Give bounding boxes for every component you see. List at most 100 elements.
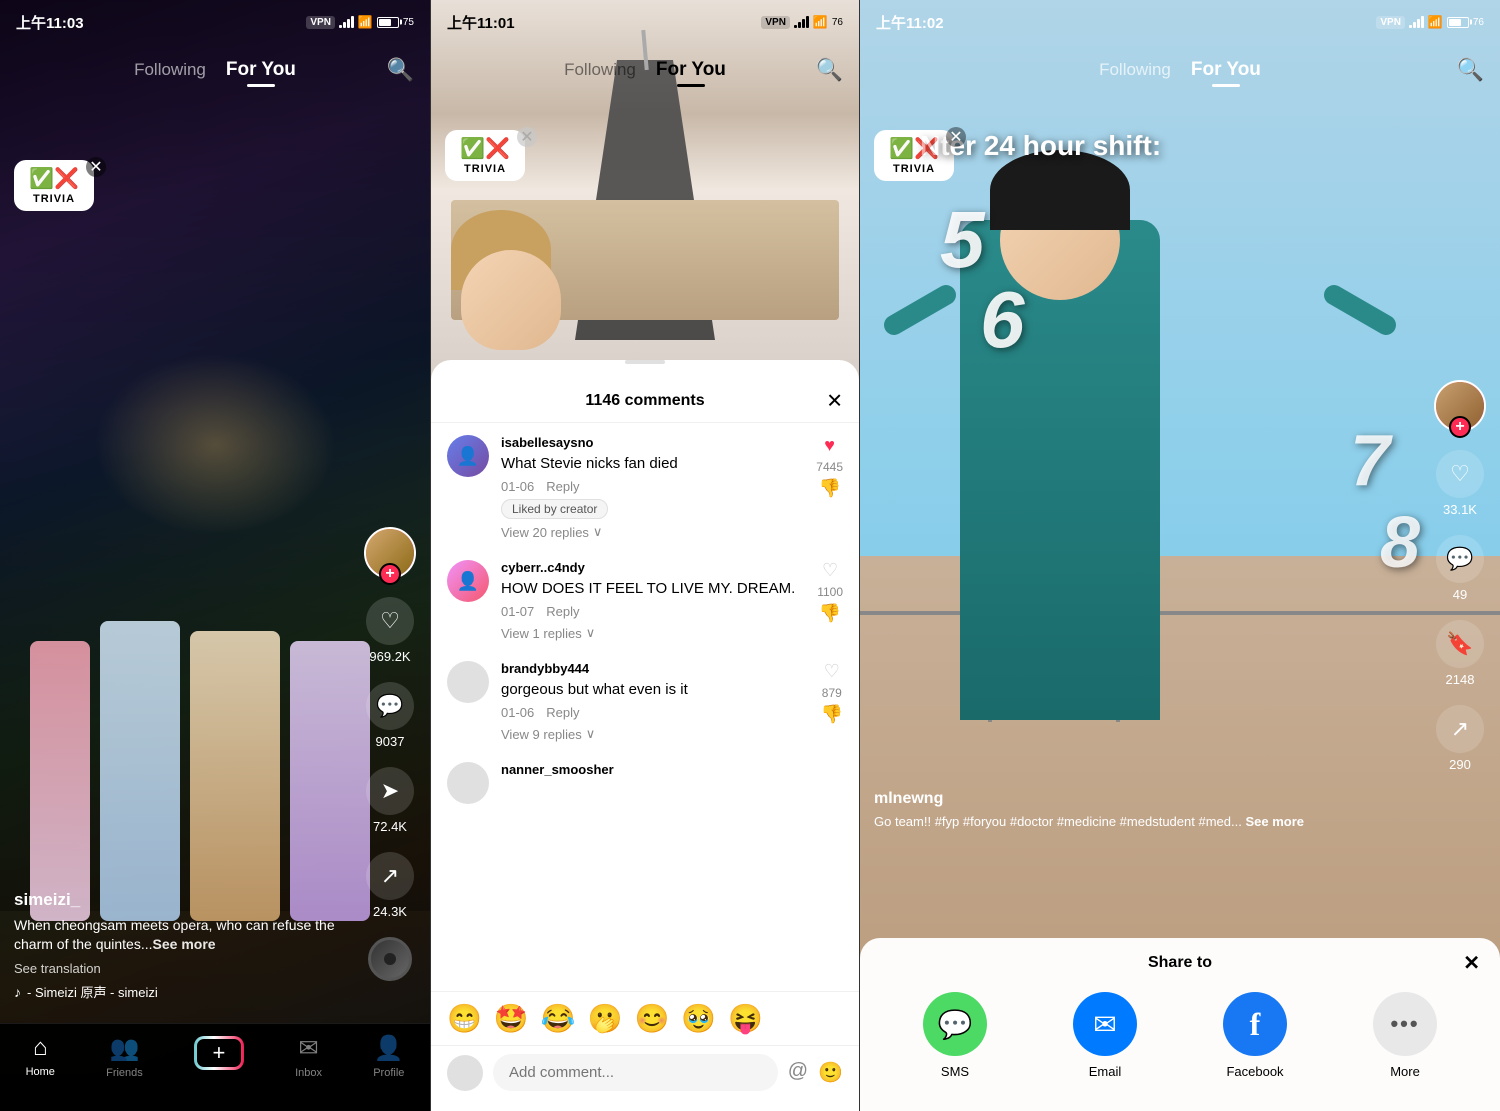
screen1-share-button[interactable]: ↗ 24.3K: [366, 852, 414, 919]
inbox-icon: ✉: [299, 1034, 319, 1063]
screen3-bookmark-icon[interactable]: 🔖: [1436, 620, 1484, 668]
nav-friends[interactable]: 👥 Friends: [106, 1034, 143, 1079]
screen3-share-button[interactable]: ↗ 290: [1436, 705, 1484, 772]
screen3-like-button[interactable]: ♡ 33.1K: [1436, 450, 1484, 517]
share-icon[interactable]: ↗: [366, 852, 414, 900]
screen1-trivia-close[interactable]: ✕: [86, 157, 106, 177]
comment-item-1: 👤 isabellesaysno What Stevie nicks fan d…: [447, 435, 843, 540]
comment-input[interactable]: [493, 1054, 778, 1091]
comment-like-icon-2[interactable]: ♡: [822, 560, 838, 581]
screen3-signal-icon: [1409, 16, 1424, 28]
emoji-wow[interactable]: 🫢: [588, 1002, 623, 1035]
heart-icon[interactable]: ♡: [366, 597, 414, 645]
screen2-nav-foryou[interactable]: For You: [656, 59, 726, 81]
screen2-signal-icon: [794, 16, 809, 28]
screen1-like-button[interactable]: ♡ 969.2K: [366, 597, 414, 664]
emoji-bar[interactable]: 😁 🤩 😂 🫢 😊 🥹 😝: [431, 991, 859, 1045]
comment-username-3[interactable]: brandybby444: [501, 661, 809, 676]
view-replies-2[interactable]: View 1 replies ∨: [501, 625, 805, 641]
see-more-button[interactable]: See more: [153, 936, 216, 952]
comment-reply-1[interactable]: Reply: [546, 479, 579, 494]
comment-like-icon-3[interactable]: ♡: [824, 661, 840, 682]
screen1-search-icon[interactable]: 🔍: [387, 57, 414, 83]
share-more[interactable]: ••• More: [1373, 992, 1437, 1079]
comment-username-2[interactable]: cyberr..c4ndy: [501, 560, 805, 575]
comment-dislike-icon-1[interactable]: 👎: [818, 478, 840, 499]
emoji-tongue[interactable]: 😝: [728, 1002, 763, 1035]
screen3-username[interactable]: mlnewng: [874, 790, 1400, 808]
screen1-avatar-container[interactable]: +: [364, 527, 416, 579]
screen2-trivia-badge[interactable]: ✅❌ TRIVIA: [445, 130, 525, 181]
comment-item-3: brandybby444 gorgeous but what even is i…: [447, 661, 843, 742]
nav-profile[interactable]: 👤 Profile: [373, 1034, 404, 1079]
view-replies-1[interactable]: View 20 replies ∨: [501, 524, 804, 540]
screen1-bookmark-button[interactable]: ➤ 72.4K: [366, 767, 414, 834]
comment-avatar-4: [447, 762, 489, 804]
comments-list[interactable]: 👤 isabellesaysno What Stevie nicks fan d…: [431, 423, 859, 991]
screen1-username[interactable]: simeizi_: [14, 890, 360, 910]
screen3-right-actions: + ♡ 33.1K 💬 49 🔖 2148 ↗ 290: [1434, 380, 1486, 772]
screen2-nav-following[interactable]: Following: [564, 60, 636, 80]
facebook-icon-circle: f: [1223, 992, 1287, 1056]
screen3-trivia-close[interactable]: ✕: [946, 127, 966, 147]
emoji-tear[interactable]: 🥹: [681, 1002, 716, 1035]
share-facebook[interactable]: f Facebook: [1223, 992, 1287, 1079]
comment-body-3: brandybby444 gorgeous but what even is i…: [501, 661, 809, 742]
screen3-avatar-container[interactable]: +: [1434, 380, 1486, 432]
nav-inbox[interactable]: ✉ Inbox: [295, 1034, 322, 1079]
screen2-search-icon[interactable]: 🔍: [816, 57, 843, 83]
avatar-follow-button[interactable]: +: [379, 563, 401, 585]
screen3-top-nav: Following For You 🔍: [860, 44, 1500, 96]
emoji-smile[interactable]: 😊: [635, 1002, 670, 1035]
comments-close-button[interactable]: ✕: [826, 385, 843, 414]
screen3-see-more[interactable]: See more: [1245, 814, 1304, 829]
sms-icon: 💬: [938, 1008, 973, 1041]
emoji-heart-eyes[interactable]: 🤩: [494, 1002, 529, 1035]
comment-text-2: HOW DOES IT FEEL TO LIVE MY. DREAM.: [501, 578, 805, 599]
comment-dislike-icon-3[interactable]: 👎: [821, 704, 843, 725]
screen1-comment-button[interactable]: 💬 9037: [366, 682, 414, 749]
share-sms[interactable]: 💬 SMS: [923, 992, 987, 1079]
screen1-nav-foryou[interactable]: For You: [226, 59, 296, 81]
screen2-trivia-close[interactable]: ✕: [517, 127, 537, 147]
comment-username-1[interactable]: isabellesaysno: [501, 435, 804, 450]
screen3-avatar-follow-button[interactable]: +: [1449, 416, 1471, 438]
share-close-button[interactable]: ✕: [1463, 951, 1480, 976]
emoji-grin[interactable]: 😁: [447, 1002, 482, 1035]
screen1-trivia-badge[interactable]: ✅❌ TRIVIA: [14, 160, 94, 211]
comment-icon[interactable]: 💬: [366, 682, 414, 730]
at-icon[interactable]: @: [788, 1060, 808, 1085]
screen3-search-icon[interactable]: 🔍: [1457, 57, 1484, 83]
screen3-bookmark-count: 2148: [1446, 672, 1475, 687]
nav-create[interactable]: +: [194, 1034, 244, 1070]
screen3-comment-icon[interactable]: 💬: [1436, 535, 1484, 583]
comment-date-1: 01-06: [501, 479, 534, 494]
screen3-share-icon[interactable]: ↗: [1436, 705, 1484, 753]
comment-reply-2[interactable]: Reply: [546, 604, 579, 619]
create-button[interactable]: +: [194, 1036, 244, 1070]
comment-actions-2: ♡ 1100 👎: [817, 560, 843, 641]
comment-username-4[interactable]: nanner_smoosher: [501, 762, 843, 777]
screen3-bookmark-button[interactable]: 🔖 2148: [1436, 620, 1484, 687]
screen2-wifi-icon: 📶: [813, 15, 828, 29]
share-email[interactable]: ✉ Email: [1073, 992, 1137, 1079]
plus-icon: +: [213, 1042, 226, 1064]
bookmark-icon[interactable]: ➤: [366, 767, 414, 815]
comment-like-icon-1[interactable]: ♥: [824, 435, 835, 456]
screen3-nav-following[interactable]: Following: [1099, 60, 1171, 80]
screen3-comment-button[interactable]: 💬 49: [1436, 535, 1484, 602]
screen3-nav-foryou[interactable]: For You: [1191, 59, 1261, 81]
screen1: 上午11:03 VPN 📶 75 Following For You 🔍 ✅❌: [0, 0, 430, 1111]
emoji-picker-icon[interactable]: 🙂: [818, 1060, 843, 1085]
screen1-translation[interactable]: See translation: [14, 961, 360, 976]
nav-home[interactable]: ⌂ Home: [26, 1034, 55, 1078]
screen3-heart-icon[interactable]: ♡: [1436, 450, 1484, 498]
comment-reply-3[interactable]: Reply: [546, 705, 579, 720]
drag-handle[interactable]: [625, 360, 665, 364]
comment-date-2: 01-07: [501, 604, 534, 619]
comment-dislike-icon-2[interactable]: 👎: [819, 603, 841, 624]
emoji-laugh[interactable]: 😂: [541, 1002, 576, 1035]
view-replies-3[interactable]: View 9 replies ∨: [501, 726, 809, 742]
screen1-nav-following[interactable]: Following: [134, 60, 206, 80]
comment-body-4: nanner_smoosher: [501, 762, 843, 804]
